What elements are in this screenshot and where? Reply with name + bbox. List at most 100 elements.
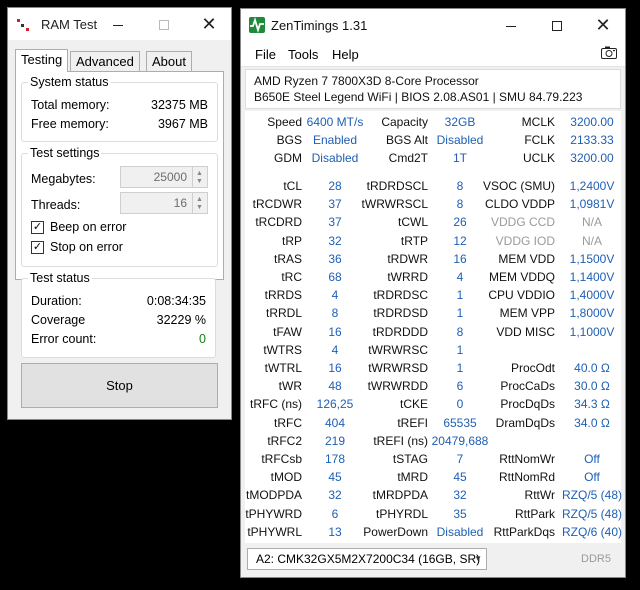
maximize-button[interactable] bbox=[534, 9, 580, 41]
timing-label: tSTAG bbox=[392, 452, 428, 466]
timing-label: tWR bbox=[278, 379, 302, 394]
close-button[interactable]: ✕ bbox=[580, 9, 626, 41]
tab-advanced[interactable]: Advanced bbox=[70, 51, 140, 71]
duration-label: Duration: bbox=[31, 294, 82, 308]
timing-label: tMRDPDA bbox=[372, 488, 428, 503]
timing-label: tRP bbox=[281, 233, 302, 248]
timing-value: 34.0 Ω bbox=[574, 415, 610, 430]
timing-value: N/A bbox=[581, 233, 602, 248]
timing-value: 1,1400V bbox=[569, 270, 615, 284]
menu-tools[interactable]: Tools bbox=[288, 47, 318, 62]
timing-value: 30.0 Ω bbox=[574, 379, 610, 394]
close-icon: ✕ bbox=[595, 15, 611, 35]
error-count-row: Error count: 0 bbox=[31, 332, 206, 346]
close-button[interactable]: ✕ bbox=[186, 8, 232, 40]
zen-bottom-bar: A2: CMK32GX5M2X7200C34 (16GB, SR) ▼ DDR5 bbox=[241, 543, 625, 577]
ram-test-window: RAM Test ✕ Testing Advanced About System… bbox=[7, 7, 232, 420]
timing-label: tRDWR bbox=[387, 251, 428, 266]
stop-button[interactable]: Stop bbox=[21, 363, 218, 408]
timing-value: 2133.33 bbox=[570, 133, 614, 147]
coverage-row: Coverage 32229 % bbox=[31, 313, 206, 327]
error-count-label: Error count: bbox=[31, 332, 97, 346]
timing-label: FCLK bbox=[524, 133, 555, 147]
timing-label: BGS bbox=[276, 133, 302, 147]
timing-label: tREFI (ns) bbox=[373, 433, 428, 448]
timing-label: tPHYWRD bbox=[245, 506, 302, 521]
timing-value: 3200.00 bbox=[570, 151, 614, 165]
timing-value: 40.0 Ω bbox=[574, 361, 610, 375]
maximize-icon bbox=[552, 21, 562, 32]
timing-label: ProcCaDs bbox=[500, 379, 555, 394]
timing-value: 34.3 Ω bbox=[574, 397, 610, 412]
coverage-label: Coverage bbox=[31, 313, 86, 327]
timing-value: 1,1000V bbox=[569, 324, 615, 339]
ram-title-bar[interactable]: RAM Test ✕ bbox=[8, 8, 231, 40]
timing-value: 1,1500V bbox=[569, 251, 615, 266]
cpu-name: AMD Ryzen 7 7800X3D 8-Core Processor bbox=[254, 74, 479, 88]
timing-label: tRFCsb bbox=[261, 452, 302, 466]
dropdown-arrow-icon: ▼ bbox=[474, 554, 482, 563]
total-memory-label: Total memory: bbox=[31, 98, 110, 112]
timing-label: MCLK bbox=[521, 115, 555, 129]
timing-label: VSOC (SMU) bbox=[483, 179, 555, 193]
timing-label: PowerDown bbox=[363, 524, 428, 539]
maximize-icon bbox=[159, 20, 169, 31]
timing-label: ProcOdt bbox=[510, 361, 555, 375]
test-settings-legend: Test settings bbox=[28, 146, 102, 160]
timing-label: VDDG CCD bbox=[490, 215, 555, 230]
timing-label: tPHYRDL bbox=[375, 506, 428, 521]
timing-label: tRDRDDD bbox=[372, 324, 428, 339]
threads-value: 16 bbox=[173, 196, 187, 210]
system-info-box: AMD Ryzen 7 7800X3D 8-Core Processor B65… bbox=[245, 69, 621, 109]
maximize-button bbox=[141, 8, 187, 40]
timing-value: RZQ/5 (48) bbox=[561, 506, 622, 521]
zen-title-bar[interactable]: ZenTimings 1.31 ✕ bbox=[241, 9, 625, 41]
timing-value: 1,4000V bbox=[569, 288, 615, 303]
timing-label: tWTRS bbox=[263, 342, 302, 357]
test-status-group: Test status Duration: 0:08:34:35 Coverag… bbox=[21, 271, 216, 358]
timing-value: 1 bbox=[456, 342, 464, 357]
menu-file[interactable]: File bbox=[255, 47, 276, 62]
tab-about[interactable]: About bbox=[146, 51, 192, 71]
screenshot-camera-icon[interactable] bbox=[601, 46, 617, 59]
timing-label: RttNomRd bbox=[498, 470, 555, 485]
timing-value: 1,0981V bbox=[569, 197, 615, 212]
zentimings-logo-icon bbox=[249, 17, 265, 33]
timing-label: tRDRDSCL bbox=[366, 179, 428, 193]
menu-help[interactable]: Help bbox=[332, 47, 359, 62]
timing-value: 1,8000V bbox=[569, 306, 615, 321]
minimize-button[interactable] bbox=[95, 8, 141, 40]
timing-label: MEM VDD bbox=[498, 251, 555, 266]
tab-testing[interactable]: Testing bbox=[15, 49, 69, 72]
timing-label: VDD MISC bbox=[496, 324, 555, 339]
stop-on-error-label: Stop on error bbox=[50, 240, 123, 254]
board-bios-info: B650E Steel Legend WiFi | BIOS 2.08.AS01… bbox=[254, 90, 583, 104]
timing-label: tPHYWRL bbox=[247, 524, 302, 539]
timing-label: Capacity bbox=[381, 115, 428, 129]
timing-label: tRRDL bbox=[265, 306, 302, 321]
minimize-icon bbox=[506, 25, 516, 27]
timing-value: RZQ/5 (48) bbox=[561, 488, 622, 503]
timing-label: VDDG IOD bbox=[495, 233, 555, 248]
test-settings-group: Test settings Megabytes: 25000 ▲ ▼ Threa… bbox=[21, 146, 218, 267]
free-memory-label: Free memory: bbox=[31, 117, 109, 131]
timing-label: BGS Alt bbox=[385, 133, 428, 147]
ram-window-title: RAM Test bbox=[41, 17, 98, 32]
timing-label: tRFC2 bbox=[267, 433, 302, 448]
timing-label: tRTP bbox=[400, 233, 428, 248]
timing-value: 1,2400V bbox=[569, 179, 615, 193]
free-memory-row: Free memory: 3967 MB bbox=[31, 117, 208, 131]
timing-label: ProcDqDs bbox=[500, 397, 555, 412]
timing-label: DramDqDs bbox=[495, 415, 555, 430]
timing-label: tRCDWR bbox=[252, 197, 302, 212]
timing-label: tWRWRSD bbox=[368, 361, 428, 375]
timing-label: tWTRL bbox=[264, 361, 302, 375]
megabytes-value: 25000 bbox=[153, 170, 187, 184]
spin-up-icon[interactable]: ▲ bbox=[196, 170, 203, 177]
timing-label: RttParkDqs bbox=[493, 524, 555, 539]
timing-value: 3200.00 bbox=[570, 115, 614, 129]
minimize-button[interactable] bbox=[488, 9, 534, 41]
dimm-select[interactable]: A2: CMK32GX5M2X7200C34 (16GB, SR) ▼ bbox=[247, 548, 487, 570]
timing-label: UCLK bbox=[522, 151, 555, 165]
minimize-icon bbox=[113, 24, 123, 26]
